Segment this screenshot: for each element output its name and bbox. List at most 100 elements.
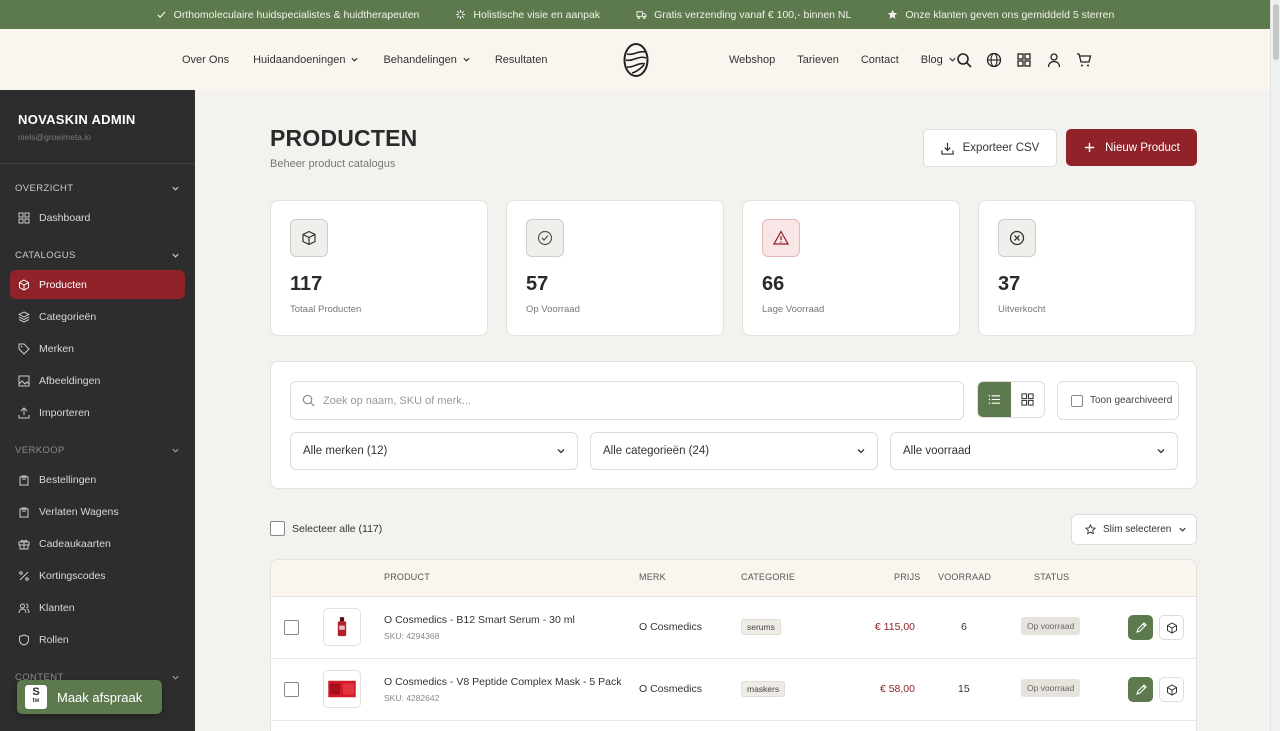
row-checkbox[interactable]: [284, 620, 299, 635]
product-name[interactable]: O Cosmedics - B12 Smart Serum - 30 ml: [384, 614, 575, 626]
cart-icon[interactable]: [1076, 52, 1092, 68]
filter-panel: Zoek op naam, SKU of merk... Toon gearch…: [270, 361, 1197, 489]
announcement-item: Holistische visie en aanpak: [455, 9, 600, 21]
announcement-text: Onze klanten geven ons gemiddeld 5 sterr…: [905, 8, 1115, 21]
stat-value: 57: [526, 273, 549, 295]
chevron-down-icon: [172, 253, 179, 258]
star-outline-icon: [1085, 524, 1096, 535]
sidebar-item-kortingscodes[interactable]: Kortingscodes: [10, 561, 185, 590]
row-checkbox[interactable]: [284, 682, 299, 697]
sidebar-section-catalogus[interactable]: CATALOGUS: [15, 250, 180, 261]
table-row[interactable]: O Cosmedics - V8 Peptide Complex Mask - …: [271, 659, 1196, 721]
sidebar-item-label: Klanten: [39, 601, 75, 614]
stock-filter-select[interactable]: Alle voorraad: [890, 432, 1178, 470]
sidebar-item-verlaten-wagens[interactable]: Verlaten Wagens: [10, 497, 185, 526]
globe-icon[interactable]: [986, 52, 1002, 68]
edit-button[interactable]: [1128, 615, 1153, 640]
announcement-text: Holistische visie en aanpak: [473, 8, 601, 21]
sidebar-item-bestellingen[interactable]: Bestellingen: [10, 465, 185, 494]
nav-link-behandelingen[interactable]: Behandelingen: [383, 54, 470, 66]
search-input[interactable]: Zoek op naam, SKU of merk...: [290, 381, 964, 420]
brand-logo-icon[interactable]: [623, 42, 649, 78]
product-stock: 6: [961, 621, 967, 633]
category-badge: serums: [741, 619, 781, 635]
scrollbar-thumb[interactable]: [1273, 4, 1279, 60]
list-view-button[interactable]: [978, 382, 1011, 417]
button-label: Nieuw Product: [1105, 141, 1180, 154]
column-header-category[interactable]: CATEGORIE: [741, 572, 795, 582]
column-header-product[interactable]: PRODUCT: [384, 572, 430, 582]
select-value: Alle merken (12): [303, 445, 388, 457]
brand-badge-icon: Stw: [25, 685, 47, 709]
sidebar-item-categorieen[interactable]: Categorieën: [10, 302, 185, 331]
show-archived-toggle[interactable]: Toon gearchiveerd: [1057, 381, 1179, 420]
sidebar-item-importeren[interactable]: Importeren: [10, 398, 185, 427]
nav-link-webshop[interactable]: Webshop: [729, 54, 775, 66]
box-icon: [302, 230, 316, 246]
nav-link-over-ons[interactable]: Over Ons: [182, 54, 229, 66]
warning-icon: [773, 230, 789, 245]
main-nav-left: Over Ons Huidaandoeningen Behandelingen …: [182, 29, 547, 90]
column-header-price[interactable]: PRIJS: [894, 572, 921, 582]
search-icon[interactable]: [956, 52, 972, 68]
sidebar-item-afbeeldingen[interactable]: Afbeeldingen: [10, 366, 185, 395]
sidebar-item-merken[interactable]: Merken: [10, 334, 185, 363]
product-name[interactable]: O Cosmedics - V8 Peptide Complex Mask - …: [384, 676, 622, 688]
sidebar-item-cadeaukaarten[interactable]: Cadeaukaarten: [10, 529, 185, 558]
category-filter-select[interactable]: Alle categorieën (24): [590, 432, 878, 470]
grid-icon[interactable]: [1016, 52, 1032, 68]
announcement-text: Orthomoleculaire huidspecialistes & huid…: [173, 8, 420, 21]
stock-button[interactable]: [1159, 615, 1184, 640]
stock-button[interactable]: [1159, 677, 1184, 702]
user-icon[interactable]: [1046, 52, 1062, 68]
stat-card-sold-out: 37 Uitverkocht: [978, 200, 1196, 336]
sidebar-item-klanten[interactable]: Klanten: [10, 593, 185, 622]
book-appointment-button[interactable]: Stw Maak afspraak: [17, 680, 162, 714]
nav-link-contact[interactable]: Contact: [861, 54, 899, 66]
product-thumbnail[interactable]: [323, 608, 361, 646]
sidebar-item-rollen[interactable]: Rollen: [10, 625, 185, 654]
sidebar-item-producten[interactable]: Producten: [10, 270, 185, 299]
show-archived-checkbox[interactable]: [1071, 394, 1083, 407]
export-csv-button[interactable]: Exporteer CSV: [923, 129, 1057, 167]
stat-label: Uitverkocht: [998, 304, 1046, 315]
nav-link-tarieven[interactable]: Tarieven: [797, 54, 839, 66]
stat-label: Lage Voorraad: [762, 304, 825, 315]
select-all[interactable]: Selecteer alle (117): [270, 521, 382, 536]
nav-link-label: Webshop: [729, 53, 776, 66]
column-header-brand[interactable]: MERK: [639, 572, 666, 582]
x-circle-icon: [1009, 230, 1025, 246]
admin-email: niels@groeimeta.io: [18, 132, 91, 142]
column-header-stock[interactable]: VOORRAAD: [938, 572, 991, 582]
product-thumbnail[interactable]: [323, 670, 361, 708]
nav-link-blog[interactable]: Blog: [921, 54, 957, 66]
brand-filter-select[interactable]: Alle merken (12): [290, 432, 578, 470]
table-row[interactable]: O Cosmedics - B12 Smart Serum - 30 ml SK…: [271, 597, 1196, 659]
stat-card-total: 117 Totaal Producten: [270, 200, 488, 336]
chevron-down-icon: [172, 675, 179, 680]
page-scrollbar[interactable]: [1270, 0, 1280, 731]
status-badge: Op voorraad: [1021, 617, 1081, 635]
main-nav-right: Webshop Tarieven Contact Blog: [729, 29, 957, 90]
smart-select-button[interactable]: Slim selecteren: [1071, 514, 1197, 545]
status-badge: Op voorraad: [1021, 679, 1081, 697]
grid-view-button[interactable]: [1011, 382, 1044, 417]
new-product-button[interactable]: Nieuw Product: [1066, 129, 1197, 166]
announcement-item: Onze klanten geven ons gemiddeld 5 sterr…: [887, 9, 1114, 21]
page-subtitle: Beheer product catalogus: [270, 158, 396, 170]
category-badge: maskers: [741, 681, 786, 697]
sidebar-section-overzicht[interactable]: OVERZICHT: [15, 183, 180, 194]
edit-button[interactable]: [1128, 677, 1153, 702]
search-placeholder: Zoek op naam, SKU of merk...: [323, 394, 471, 407]
sidebar-item-dashboard[interactable]: Dashboard: [10, 203, 185, 232]
nav-link-huidaandoeningen[interactable]: Huidaandoeningen: [253, 54, 359, 66]
nav-link-resultaten[interactable]: Resultaten: [495, 54, 548, 66]
sidebar-divider: [0, 163, 195, 164]
section-label: OVERZICHT: [15, 183, 74, 194]
nav-link-label: Behandelingen: [383, 53, 457, 66]
sidebar-section-verkoop[interactable]: VERKOOP: [15, 445, 180, 456]
column-header-status[interactable]: STATUS: [1034, 572, 1069, 582]
plus-icon: [1084, 142, 1095, 153]
select-all-checkbox[interactable]: [270, 521, 285, 536]
search-icon: [302, 394, 315, 407]
